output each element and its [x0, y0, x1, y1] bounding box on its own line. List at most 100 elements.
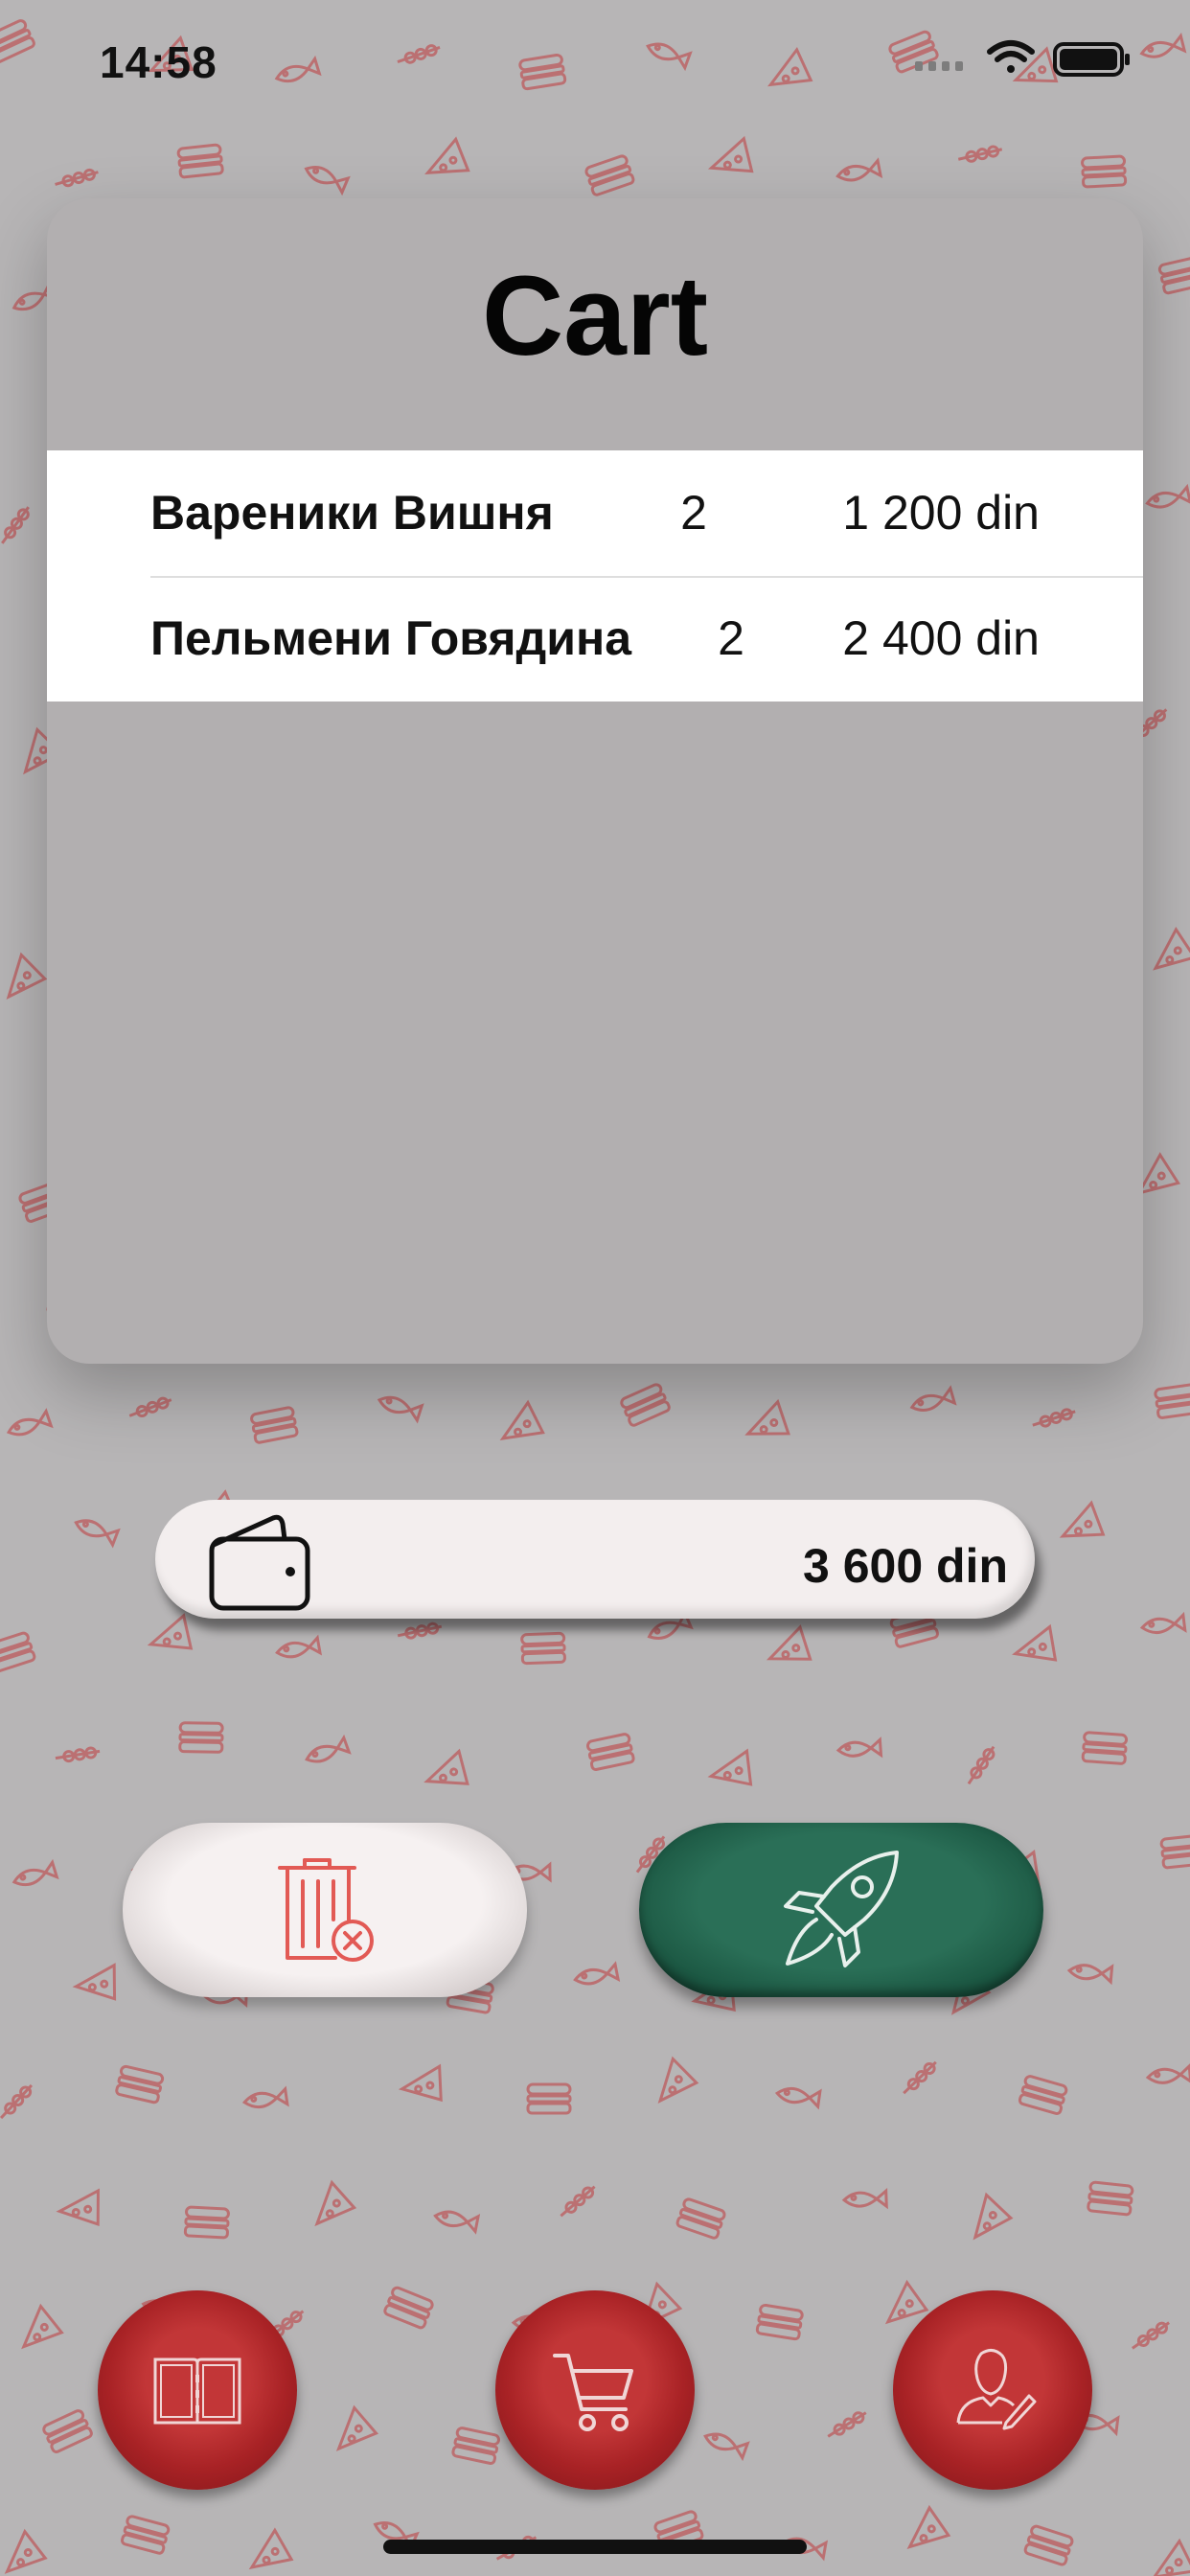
wifi-icon: [987, 40, 1035, 73]
item-name: Вареники Вишня: [150, 486, 554, 540]
pizza-pattern-icon: [147, 1613, 194, 1650]
fish-pattern-icon: [835, 157, 883, 182]
tab-profile[interactable]: [893, 2290, 1092, 2490]
pizza-pattern-icon: [1153, 926, 1190, 971]
burger-pattern-icon: [0, 1631, 36, 1673]
fish-pattern-icon: [1139, 1611, 1187, 1634]
fish-pattern-icon: [841, 2187, 888, 2210]
pizza-pattern-icon: [906, 2504, 951, 2549]
item-price: 1 200 din: [842, 486, 1040, 540]
kebab-pattern-icon: [957, 145, 1003, 163]
burger-pattern-icon: [1154, 1383, 1190, 1419]
burger-pattern-icon: [383, 2286, 434, 2330]
fish-pattern-icon: [6, 1408, 54, 1437]
pizza-pattern-icon: [707, 1748, 753, 1786]
fish-pattern-icon: [377, 1395, 424, 1424]
pizza-pattern-icon: [314, 2179, 357, 2227]
home-indicator: [383, 2540, 807, 2554]
pizza-pattern-icon: [423, 1748, 469, 1785]
fish-pattern-icon: [703, 2432, 750, 2462]
tab-menu[interactable]: [98, 2290, 297, 2490]
cellular-signal-icon: [915, 61, 963, 71]
burger-pattern-icon: [584, 154, 635, 196]
book-icon: [153, 2358, 241, 2425]
item-quantity: 2: [718, 611, 744, 665]
pizza-pattern-icon: [335, 2404, 379, 2451]
tab-cart[interactable]: [495, 2290, 695, 2490]
fish-pattern-icon: [1145, 483, 1190, 509]
burger-pattern-icon: [620, 1383, 671, 1427]
battery-icon: [1053, 42, 1130, 77]
burger-pattern-icon: [1081, 154, 1128, 189]
fish-pattern-icon: [774, 2086, 822, 2110]
burger-pattern-icon: [1081, 1731, 1129, 1765]
fish-pattern-icon: [1145, 2062, 1190, 2084]
pizza-pattern-icon: [248, 2527, 294, 2570]
status-time: 14:58: [100, 37, 217, 87]
pizza-pattern-icon: [1151, 2538, 1190, 2576]
profile-icon: [956, 2349, 1037, 2430]
pizza-pattern-icon: [766, 1624, 812, 1661]
kebab-pattern-icon: [827, 2411, 867, 2438]
fish-pattern-icon: [274, 55, 322, 83]
pizza-pattern-icon: [657, 2056, 699, 2104]
burger-pattern-icon: [586, 1733, 635, 1771]
burger-pattern-icon: [1087, 2180, 1134, 2217]
fish-pattern-icon: [305, 1734, 352, 1763]
pizza-pattern-icon: [499, 1399, 545, 1441]
kebab-pattern-icon: [55, 168, 99, 188]
item-price: 2 400 din: [842, 611, 1040, 665]
burger-pattern-icon: [1018, 2075, 1068, 2115]
page-title: Cart: [481, 253, 709, 380]
cart-table[interactable]: Вареники Вишня 2 1 200 din Пельмени Говя…: [47, 450, 1143, 702]
burger-pattern-icon: [178, 1721, 224, 1754]
burger-pattern-icon: [42, 2409, 93, 2453]
burger-pattern-icon: [520, 1631, 566, 1666]
fish-pattern-icon: [304, 166, 351, 196]
burger-pattern-icon: [451, 2426, 500, 2465]
burger-pattern-icon: [675, 2197, 726, 2240]
clear-cart-button[interactable]: [123, 1823, 527, 1997]
place-order-button[interactable]: [639, 1823, 1043, 1997]
pizza-pattern-icon: [56, 2188, 100, 2226]
trash-x-icon: [278, 1858, 374, 1962]
rocket-icon: [784, 1851, 899, 1967]
pizza-pattern-icon: [973, 2192, 1014, 2241]
pizza-pattern-icon: [1012, 1623, 1058, 1662]
burger-pattern-icon: [115, 2064, 165, 2104]
kebab-pattern-icon: [967, 1745, 995, 1785]
cart-icon: [553, 2354, 633, 2431]
total-amount: 3 600 din: [803, 1539, 1008, 1593]
pizza-pattern-icon: [6, 952, 48, 1000]
fish-pattern-icon: [1066, 1964, 1114, 1986]
burger-pattern-icon: [1023, 2524, 1074, 2566]
burger-pattern-icon: [183, 2205, 230, 2240]
kebab-pattern-icon: [0, 2083, 34, 2120]
kebab-pattern-icon: [1032, 1408, 1076, 1428]
table-row[interactable]: Вареники Вишня 2 1 200 din: [47, 450, 1143, 576]
burger-pattern-icon: [518, 53, 567, 91]
table-row[interactable]: Пельмени Говядина 2 2 400 din: [47, 576, 1143, 702]
kebab-pattern-icon: [397, 44, 441, 64]
kebab-pattern-icon: [1, 506, 30, 544]
kebab-pattern-icon: [903, 2060, 937, 2095]
burger-pattern-icon: [121, 2515, 171, 2555]
pizza-pattern-icon: [884, 2279, 929, 2325]
pizza-pattern-icon: [21, 2303, 64, 2350]
fish-pattern-icon: [909, 1385, 957, 1412]
pizza-pattern-icon: [424, 136, 470, 174]
fish-pattern-icon: [241, 2085, 289, 2109]
fish-pattern-icon: [835, 1736, 883, 1759]
fish-pattern-icon: [433, 2210, 481, 2235]
pizza-pattern-icon: [767, 46, 813, 87]
pizza-pattern-icon: [4, 2528, 48, 2574]
fish-pattern-icon: [74, 1519, 121, 1549]
fish-pattern-icon: [11, 1858, 59, 1887]
fish-pattern-icon: [646, 42, 693, 72]
fish-pattern-icon: [275, 1634, 323, 1659]
kebab-pattern-icon: [128, 1396, 172, 1418]
burger-pattern-icon: [1159, 1833, 1190, 1870]
wallet-icon: [209, 1514, 310, 1611]
status-icons: [915, 40, 1130, 77]
burger-pattern-icon: [176, 143, 224, 179]
